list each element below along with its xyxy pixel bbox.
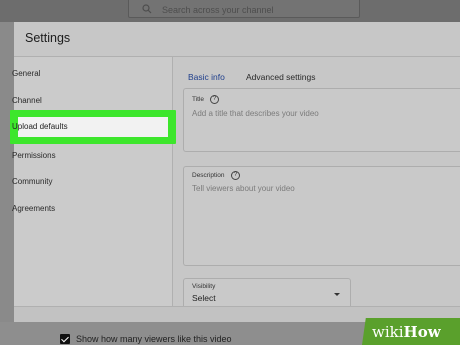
watermark-suffix: How [403, 323, 441, 341]
tab-basic-info[interactable]: Basic info [188, 72, 225, 82]
sidebar-item-general[interactable]: General [12, 69, 40, 78]
sidebar-divider [172, 57, 173, 306]
title-field-label: Title [192, 96, 205, 103]
tab-advanced-settings[interactable]: Advanced settings [246, 72, 315, 82]
watermark-prefix: wiki [372, 323, 404, 341]
description-field[interactable] [183, 166, 460, 266]
sidebar-item-permissions[interactable]: Permissions [12, 151, 56, 160]
wikihow-watermark: wikiHow [362, 318, 460, 345]
dialog-header: Settings [14, 22, 460, 56]
search-icon [142, 4, 152, 14]
channel-search-placeholder: Search across your channel [162, 5, 274, 15]
watermark-text: wikiHow [372, 323, 441, 341]
description-field-label: Description [192, 172, 225, 179]
visibility-value: Select [192, 293, 216, 303]
dialog-title: Settings [25, 31, 71, 45]
title-field-placeholder: Add a title that describes your video [192, 109, 319, 118]
sidebar-item-community[interactable]: Community [12, 177, 52, 186]
chevron-down-icon[interactable] [334, 293, 340, 296]
show-likes-checkbox-label: Show how many viewers like this video [76, 334, 232, 344]
help-icon[interactable]: ? [210, 95, 219, 104]
visibility-label: Visibility [192, 283, 216, 290]
help-icon[interactable]: ? [231, 171, 240, 180]
sidebar-item-channel[interactable]: Channel [12, 96, 42, 105]
title-field[interactable] [183, 88, 460, 152]
sidebar-item-upload-defaults-label[interactable]: Upload defaults [12, 122, 68, 131]
description-field-placeholder: Tell viewers about your video [192, 184, 295, 193]
show-likes-checkbox[interactable] [60, 334, 70, 344]
sidebar-item-agreements[interactable]: Agreements [12, 204, 55, 213]
